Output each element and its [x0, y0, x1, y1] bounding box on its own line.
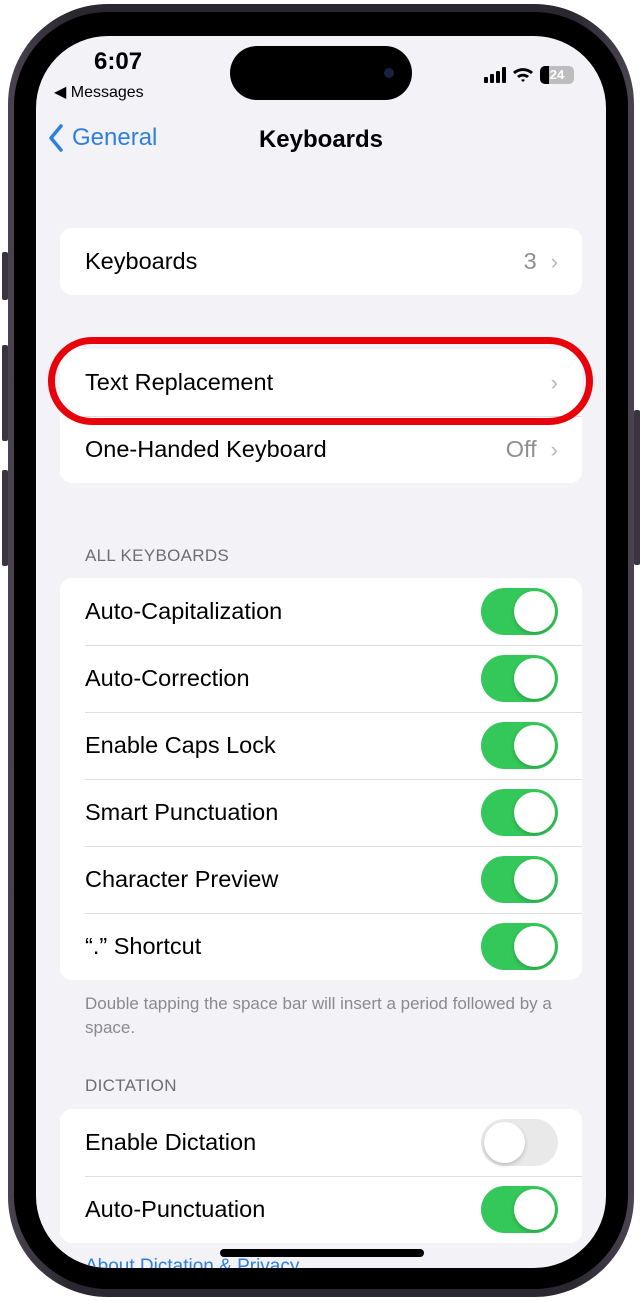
all-keyboards-group: Auto-Capitalization Auto-Correction Enab… [60, 578, 582, 980]
row-label: Auto-Capitalization [85, 598, 283, 624]
row-label: Keyboards [85, 248, 198, 274]
battery-icon: 24 [540, 66, 574, 84]
status-icons: 24 [484, 66, 574, 84]
section-header-all-keyboards: ALL KEYBOARDS [85, 546, 230, 565]
toggle-row: Enable Dictation [60, 1109, 582, 1176]
one-handed-keyboard-row[interactable]: One-Handed Keyboard Off › [60, 416, 582, 483]
row-label: Enable Caps Lock [85, 732, 276, 758]
battery-level: 24 [549, 67, 565, 82]
screen: 6:07 ◀ Messages 24 General Keyboards Key… [36, 36, 606, 1268]
home-indicator[interactable] [220, 1249, 424, 1257]
toggle-row: “.” Shortcut [60, 913, 582, 980]
toggle-row: Smart Punctuation [60, 779, 582, 846]
row-label: Character Preview [85, 866, 279, 892]
toggle-row: Character Preview [60, 846, 582, 913]
keyboards-row[interactable]: Keyboards 3 › [60, 228, 582, 295]
character-preview-toggle[interactable] [481, 856, 558, 903]
chevron-right-icon: › [550, 436, 558, 462]
all-keyboards-footer: Double tapping the space bar will insert… [85, 994, 552, 1037]
section-header-dictation: DICTATION [85, 1076, 177, 1095]
back-to-app[interactable]: ◀ Messages [54, 82, 144, 102]
auto-correction-toggle[interactable] [481, 655, 558, 702]
smart-punctuation-toggle[interactable] [481, 789, 558, 836]
row-label: Smart Punctuation [85, 799, 279, 825]
chevron-right-icon: › [550, 248, 558, 274]
row-label: One-Handed Keyboard [85, 436, 327, 462]
row-label: Auto-Punctuation [85, 1196, 266, 1222]
toggle-row: Auto-Capitalization [60, 578, 582, 645]
about-dictation-link[interactable]: About Dictation & Privacy [85, 1256, 299, 1268]
row-label: Enable Dictation [85, 1129, 257, 1155]
period-shortcut-toggle[interactable] [481, 923, 558, 970]
status-time: 6:07 [94, 48, 143, 75]
row-value: Off [505, 436, 537, 462]
signal-icon [484, 67, 506, 83]
row-label: “.” Shortcut [85, 933, 202, 959]
caps-lock-toggle[interactable] [481, 722, 558, 769]
camera-icon [384, 68, 394, 78]
auto-punctuation-toggle[interactable] [481, 1186, 558, 1233]
highlight-ellipse [48, 337, 593, 425]
keyboards-group: Keyboards 3 › [60, 228, 582, 295]
wifi-icon [513, 68, 533, 82]
toggle-row: Enable Caps Lock [60, 712, 582, 779]
page-title: Keyboards [258, 126, 384, 153]
row-label: Auto-Correction [85, 665, 250, 691]
auto-capitalization-toggle[interactable] [481, 588, 558, 635]
enable-dictation-toggle[interactable] [481, 1119, 558, 1166]
toggle-row: Auto-Punctuation [60, 1176, 582, 1243]
dynamic-island [230, 46, 412, 100]
toggle-row: Auto-Correction [60, 645, 582, 712]
side-button [634, 410, 640, 565]
dictation-group: Enable Dictation Auto-Punctuation [60, 1109, 582, 1243]
row-value: 3 [523, 248, 537, 274]
